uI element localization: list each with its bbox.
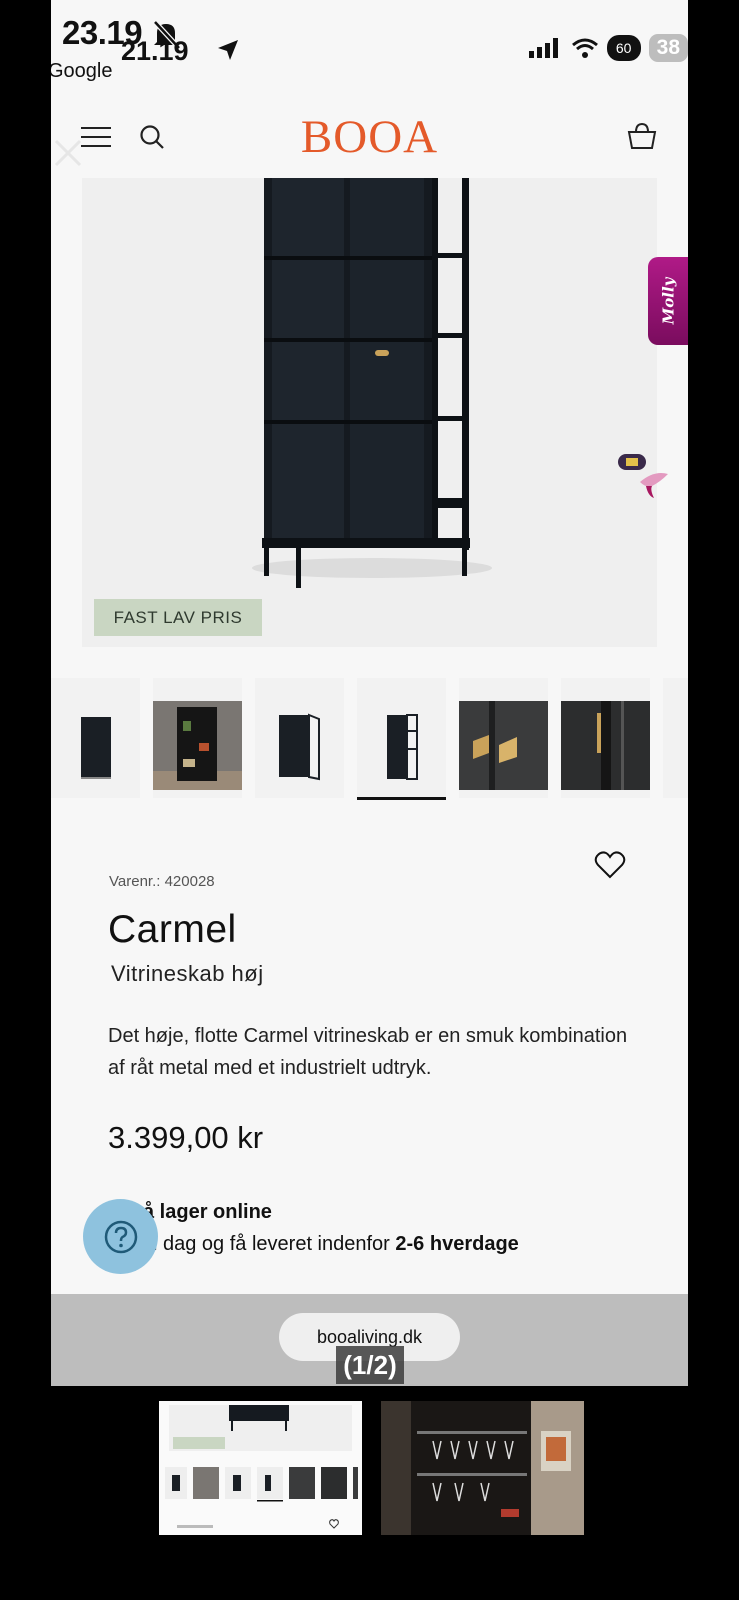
thumbnail-cabinet-side-image	[387, 714, 418, 780]
thumbnail[interactable]	[459, 678, 548, 798]
image-counter: (1/2)	[336, 1346, 404, 1384]
delivery-days: 2-6 hverdage	[395, 1233, 519, 1255]
basket-icon[interactable]	[627, 122, 657, 150]
product-sku: Varenr.: 420028	[109, 873, 215, 890]
back-to-app-link[interactable]: Google	[51, 60, 113, 83]
question-icon	[104, 1220, 137, 1253]
eye-indicator: 60	[606, 35, 641, 61]
help-button[interactable]	[83, 1199, 158, 1274]
brand-logo[interactable]: BOOA	[51, 110, 688, 164]
battery-indicator: 38	[648, 34, 688, 62]
status-indicators: 60 38	[528, 34, 688, 62]
molly-tab-label: Molly	[659, 277, 678, 325]
thumbnail-selected[interactable]	[357, 678, 446, 800]
product-title: Carmel	[108, 908, 237, 951]
wifi-icon	[571, 38, 598, 58]
molly-assistant-tab[interactable]: Molly	[648, 257, 688, 345]
product-main-image[interactable]: FAST LAV PRIS	[82, 178, 657, 647]
gallery-cabinet-photo	[381, 1401, 584, 1535]
close-icon[interactable]	[53, 138, 83, 168]
product-description: Det høje, flotte Carmel vitrineskab er e…	[108, 1025, 628, 1079]
thumbnail-cabinet-image	[81, 717, 111, 779]
thumbnail-strip	[51, 678, 688, 802]
thumbnail[interactable]	[51, 678, 140, 798]
location-arrow-icon	[218, 40, 238, 60]
thumbnail[interactable]	[255, 678, 344, 798]
price-badge: FAST LAV PRIS	[94, 599, 262, 636]
gallery-screenshot-preview	[165, 1405, 358, 1529]
status-time: 21.19	[121, 36, 189, 66]
thumbnail-detail-image	[561, 701, 650, 790]
heart-icon[interactable]	[594, 850, 626, 880]
signal-icon	[528, 38, 558, 58]
phone-screen: 23.19 21.19 Google 60 38 BOOA FAST LAV P…	[51, 0, 688, 1386]
thumbnail-room-image	[153, 701, 242, 790]
thumbnail[interactable]	[561, 678, 650, 798]
delivery-info: l i dag og få leveret indenfor 2-6 hverd…	[143, 1233, 519, 1256]
product-subtitle: Vitrineskab høj	[111, 961, 264, 986]
thumbnail-handles-image	[459, 701, 548, 790]
product-price: 3.399,00 kr	[108, 1120, 264, 1155]
bird-widget-icon[interactable]	[616, 452, 676, 502]
thumbnail-cabinet-open-image	[279, 713, 320, 781]
thumbnail-partial-image	[663, 701, 688, 790]
thumbnail[interactable]	[153, 678, 242, 798]
gallery-thumbnail-screenshot[interactable]	[159, 1401, 362, 1535]
gallery-thumbnail-photo[interactable]	[381, 1401, 584, 1535]
cabinet-illustration	[252, 178, 492, 588]
thumbnail[interactable]	[663, 678, 688, 798]
stock-status: å lager online	[143, 1201, 272, 1223]
delivery-text: l i dag og få leveret indenfor	[143, 1233, 396, 1255]
